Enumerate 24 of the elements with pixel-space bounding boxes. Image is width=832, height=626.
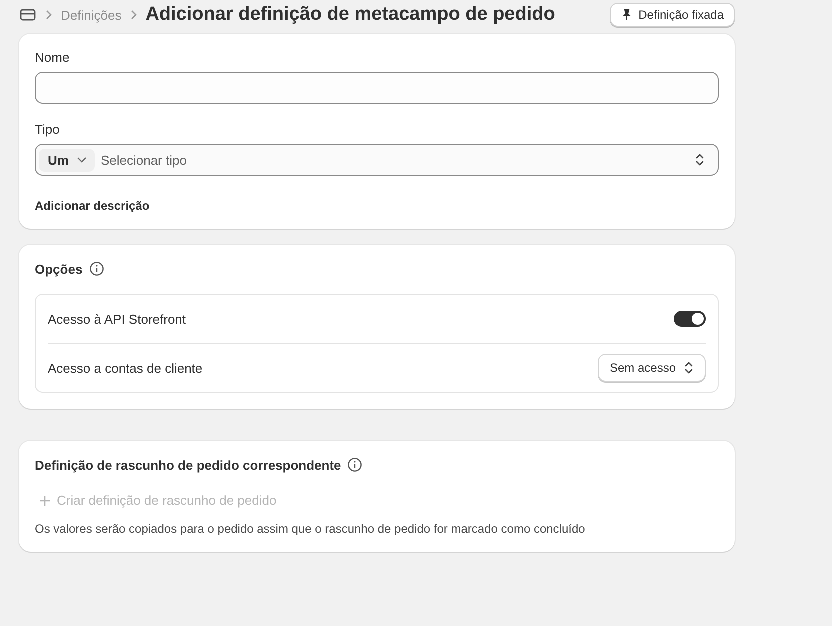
plus-icon	[39, 494, 51, 506]
chevron-down-icon	[76, 157, 87, 163]
option-label: Acesso a contas de cliente	[48, 360, 203, 376]
add-description-link[interactable]: Adicionar descrição	[35, 199, 150, 213]
chevron-right-icon	[45, 10, 53, 20]
chevron-right-icon	[130, 10, 138, 20]
type-select-field[interactable]: Um Selecionar tipo	[35, 144, 719, 176]
field-label: Nome	[35, 50, 71, 65]
list-option-button[interactable]: Um	[39, 148, 95, 172]
access-select[interactable]: Sem acesso	[598, 354, 706, 382]
option-label: Acesso à API Storefront	[48, 312, 186, 326]
section-title: Opções	[35, 262, 83, 276]
help-text: Os valores serão copiados para o pedido assim que o rascunho de pedido for marcado como concluído	[35, 522, 586, 536]
chevron-updown-icon	[694, 153, 706, 167]
info-icon[interactable]	[88, 261, 105, 277]
pinned-definition-button[interactable]: Definição fixada	[610, 3, 735, 27]
name-input-field[interactable]	[35, 72, 719, 104]
chevron-updown-icon	[683, 361, 695, 375]
page-title: Adicionar definição de metacampo de pedido	[146, 4, 556, 26]
pin-icon	[620, 9, 633, 21]
toggle-switch[interactable]	[674, 311, 706, 327]
info-icon[interactable]	[347, 457, 364, 473]
section-title: Definição de rascunho de pedido correspondente	[35, 458, 342, 472]
field-label: Tipo	[35, 122, 61, 137]
